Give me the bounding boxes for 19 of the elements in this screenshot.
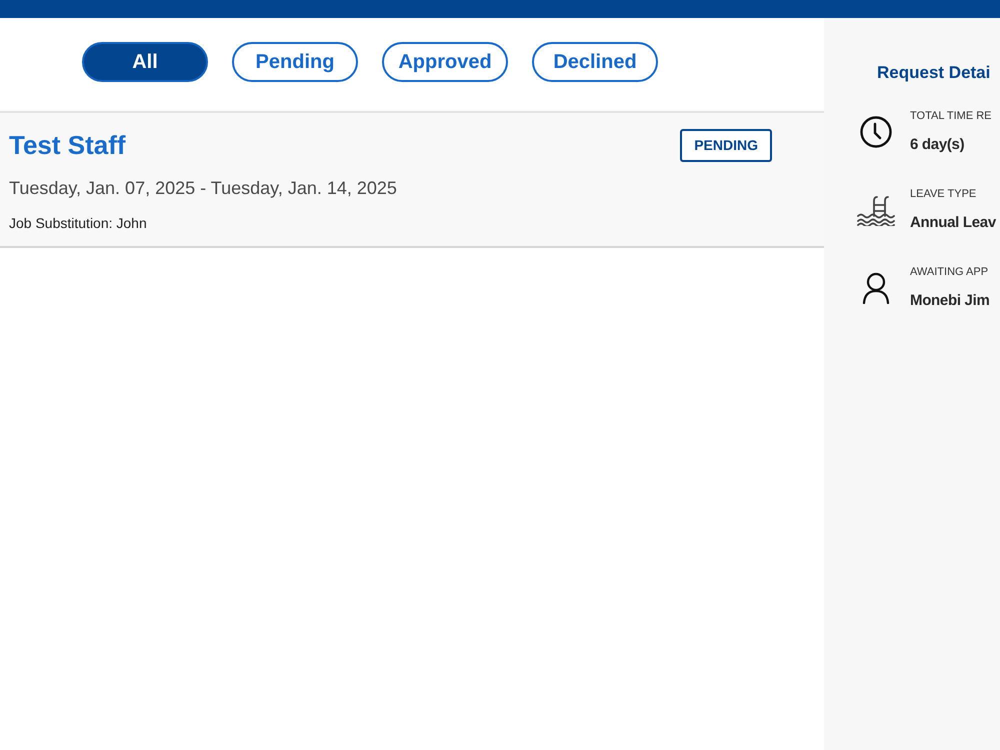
detail-value: Annual Leav (910, 213, 996, 233)
date-range: Tuesday, Jan. 07, 2025 - Tuesday, Jan. 14, 2025 (9, 177, 398, 199)
person-icon (860, 272, 892, 304)
job-substitution: Job Substitution: John (9, 214, 148, 232)
filter-tab[interactable]: Declined (532, 42, 658, 82)
detail-label: LEAVE TYPE (910, 187, 978, 201)
detail-label: TOTAL TIME RE (910, 109, 992, 123)
detail-label: AWAITING APP (910, 265, 990, 279)
detail-value: Monebi Jim (910, 291, 990, 311)
panel-title: Request Detai (876, 62, 992, 84)
filter-tab[interactable]: Pending (232, 42, 358, 82)
filter-tab[interactable]: Approved (382, 42, 508, 82)
status-badge: PENDING (680, 129, 772, 162)
request-card[interactable]: Test Staff PENDING Tuesday, Jan. 07, 2025 - Tuesday, Jan. 14, 2025 Job Substitution: John (0, 113, 824, 248)
filter-tab[interactable]: All (82, 42, 208, 82)
detail-value: 6 day(s) (910, 135, 966, 155)
staff-name: Test Staff (9, 129, 126, 161)
pool-ladder-icon (857, 194, 895, 226)
clock-icon (860, 116, 892, 148)
